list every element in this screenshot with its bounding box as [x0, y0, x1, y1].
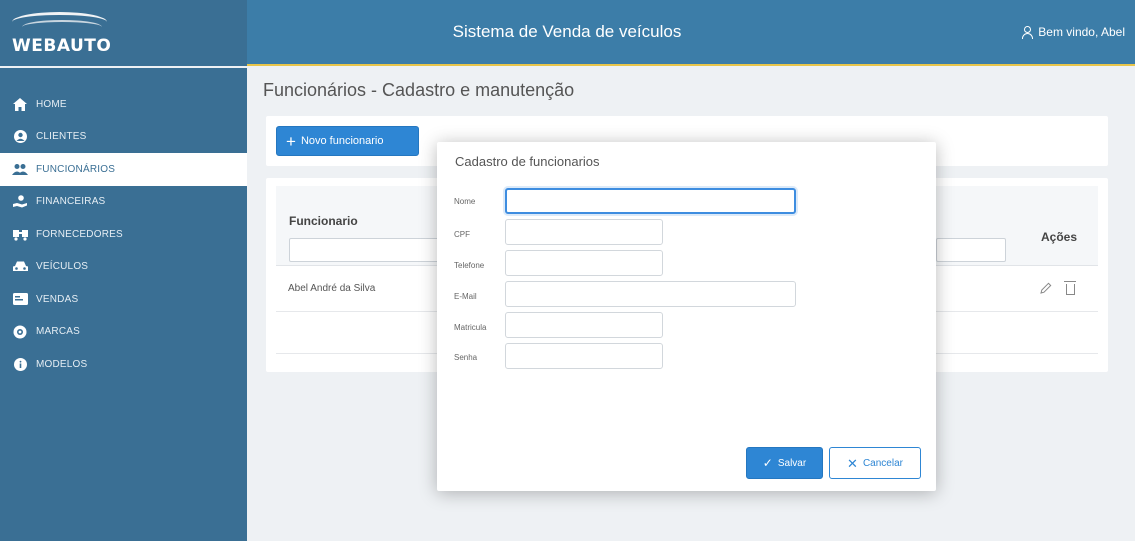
sidebar-item-label: FORNECEDORES: [36, 228, 123, 240]
field-label-senha: Senha: [454, 353, 478, 362]
sidebar-item-vendas[interactable]: VENDAS: [0, 283, 247, 316]
user-circle-icon: [12, 130, 28, 144]
sidebar-item-financeiras[interactable]: FINANCEIRAS: [0, 186, 247, 219]
field-label-nome: Nome: [454, 197, 476, 206]
sidebar-item-label: MARCAS: [36, 326, 80, 338]
sidebar-item-label: VENDAS: [36, 293, 79, 305]
column-header-funcionario[interactable]: Funcionario: [289, 214, 358, 228]
app-title: Sistema de Venda de veículos: [452, 22, 682, 41]
sidebar: HOME CLIENTES FUNCIONÁRIOS FINANCEIRAS F…: [0, 68, 247, 541]
trash-icon[interactable]: [1062, 280, 1078, 296]
page-title: Funcionários - Cadastro e manutenção: [263, 80, 575, 100]
telefone-input[interactable]: [505, 250, 663, 276]
plus-icon: +: [286, 131, 296, 151]
logo-text: WEBAUTO: [12, 36, 112, 56]
sidebar-item-label: CLIENTES: [36, 131, 87, 143]
field-label-matricula: Matricula: [454, 323, 487, 332]
users-icon: [12, 162, 28, 176]
field-label-email: E-Mail: [454, 292, 477, 301]
sidebar-item-label: FINANCEIRAS: [36, 196, 106, 208]
card-icon: [12, 292, 28, 306]
save-button[interactable]: ✓ Salvar: [746, 447, 823, 479]
info-circle-icon: [12, 357, 28, 371]
truck-icon: [12, 227, 28, 241]
sidebar-item-clientes[interactable]: CLIENTES: [0, 121, 247, 154]
hand-money-icon: [12, 195, 28, 209]
field-label-cpf: CPF: [454, 230, 470, 239]
sidebar-item-home[interactable]: HOME: [0, 88, 247, 121]
new-employee-label: Novo funcionario: [300, 135, 384, 147]
welcome-text: Bem vindo, Abel: [1038, 25, 1125, 39]
sidebar-item-label: FUNCIONÁRIOS: [36, 163, 116, 175]
cpf-input[interactable]: [505, 219, 663, 245]
logo-swoosh-secondary: [22, 20, 102, 34]
sidebar-item-marcas[interactable]: MARCAS: [0, 316, 247, 349]
matricula-input[interactable]: [505, 312, 663, 338]
cell-employee-name: Abel André da Silva: [288, 283, 376, 294]
sidebar-item-funcionarios[interactable]: FUNCIONÁRIOS: [0, 153, 247, 186]
senha-input[interactable]: [505, 343, 663, 369]
user-welcome[interactable]: Bem vindo, Abel: [1021, 25, 1125, 39]
column-header-acoes: Ações: [1041, 230, 1078, 244]
sidebar-item-label: VEÍCULOS: [36, 261, 89, 273]
badge-icon: [12, 325, 28, 339]
sidebar-item-modelos[interactable]: MODELOS: [0, 348, 247, 381]
logo[interactable]: WEBAUTO: [0, 0, 247, 66]
close-icon: ✕: [847, 455, 858, 471]
field-label-telefone: Telefone: [454, 261, 485, 270]
sidebar-item-veiculos[interactable]: VEÍCULOS: [0, 251, 247, 284]
sidebar-item-label: HOME: [36, 98, 67, 110]
save-label: Salvar: [777, 457, 807, 469]
check-icon: ✓: [762, 456, 773, 470]
new-employee-button[interactable]: + Novo funcionario: [276, 126, 419, 156]
dialog-title: Cadastro de funcionarios: [455, 154, 600, 169]
filter-secondary-input[interactable]: [936, 238, 1006, 262]
cancel-label: Cancelar: [862, 457, 903, 469]
car-icon: [12, 260, 28, 274]
edit-icon[interactable]: [1038, 280, 1054, 296]
email-input[interactable]: [505, 281, 796, 307]
employee-form-dialog: Cadastro de funcionarios Nome CPF Telefo…: [437, 142, 936, 491]
sidebar-item-fornecedores[interactable]: FORNECEDORES: [0, 218, 247, 251]
user-icon: [1021, 26, 1034, 39]
sidebar-item-label: MODELOS: [36, 358, 88, 370]
home-icon: [12, 97, 28, 111]
nome-input[interactable]: [505, 188, 796, 214]
top-header: WEBAUTO Sistema de Venda de veículos Bem…: [0, 0, 1135, 66]
cancel-button[interactable]: ✕ Cancelar: [829, 447, 921, 479]
